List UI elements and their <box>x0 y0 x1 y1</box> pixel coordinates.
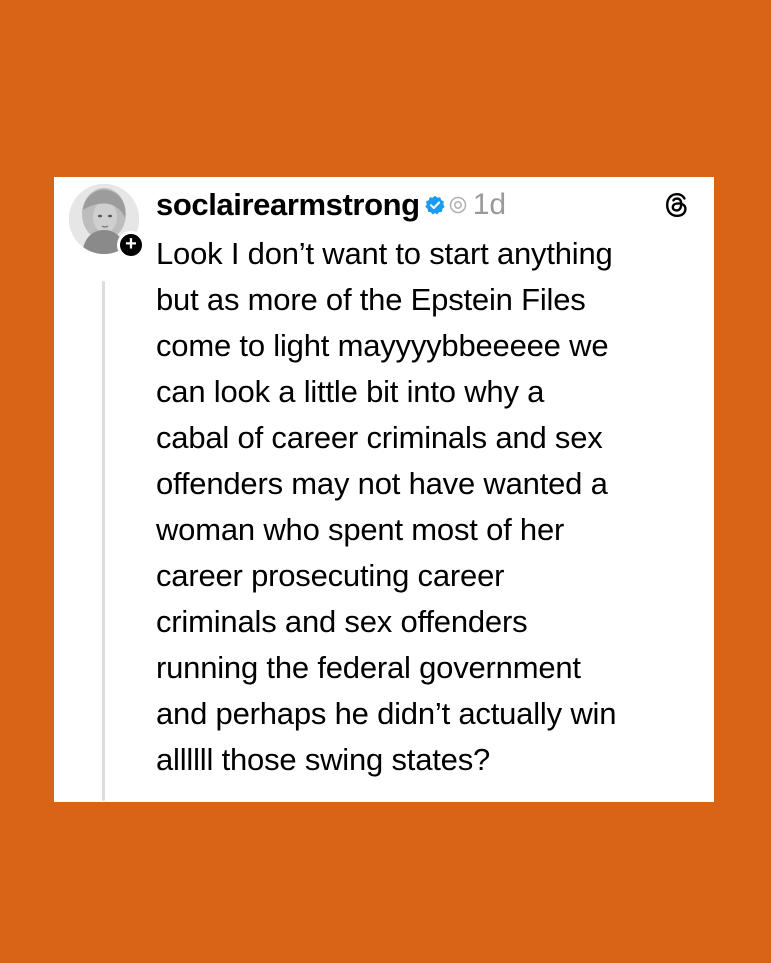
thread-line <box>102 281 105 801</box>
follow-button[interactable]: + <box>117 231 145 259</box>
threads-logo-icon[interactable] <box>664 192 690 218</box>
post-time: 1d <box>472 188 507 221</box>
username[interactable]: soclairearmstrong <box>156 187 420 223</box>
verified-badge-icon <box>425 195 445 215</box>
post-card: + soclairearmstrong 1d Look I don’t want… <box>54 177 714 802</box>
threads-icon <box>449 196 467 214</box>
post-header: soclairearmstrong 1d <box>156 185 506 225</box>
post-text: Look I don’t want to start anything but … <box>156 236 617 777</box>
